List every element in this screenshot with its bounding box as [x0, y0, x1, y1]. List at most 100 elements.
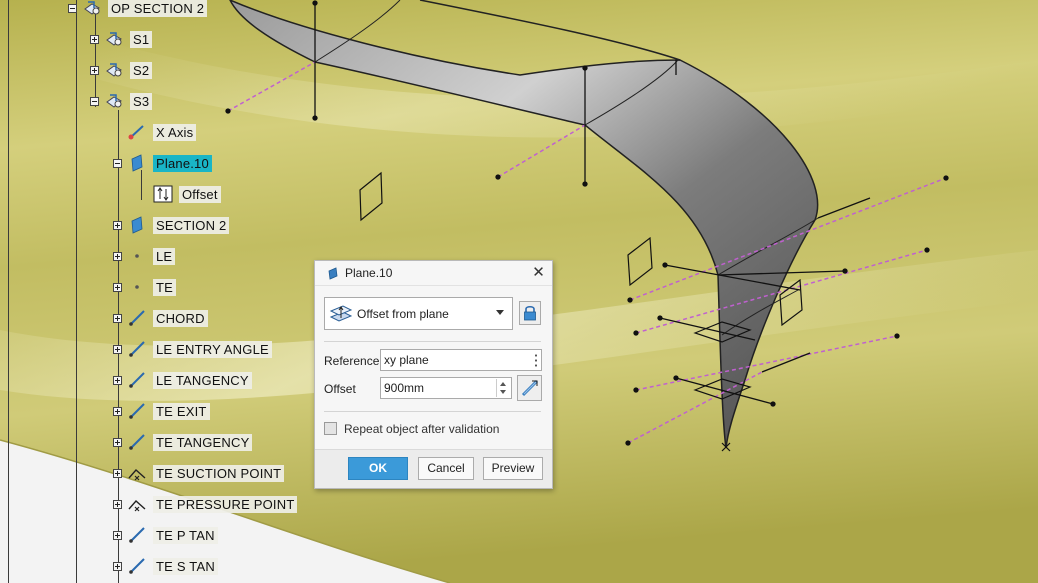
expand-icon[interactable] — [113, 251, 122, 261]
tree-node-te_ptan[interactable]: TE P TAN — [113, 525, 218, 545]
tree-node-label: S2 — [130, 61, 153, 79]
tree-node-te_pressure[interactable]: TE PRESSURE POINT — [113, 494, 298, 514]
expand-icon[interactable] — [113, 344, 122, 354]
tree-node-root[interactable]: OP SECTION 2 — [68, 0, 208, 18]
tree-node-label: Plane.10 — [153, 154, 212, 172]
sketch-body-icon — [106, 32, 122, 46]
separator — [324, 411, 541, 412]
expand-icon[interactable] — [113, 499, 122, 509]
ok-button[interactable]: OK — [348, 457, 408, 480]
repeat-checkbox[interactable] — [324, 422, 337, 435]
measure-button[interactable] — [517, 375, 542, 401]
dialog-title-bar[interactable]: Plane.10 — [315, 261, 552, 286]
tree-node-label: LE ENTRY ANGLE — [153, 340, 272, 358]
tree-node-label: TE P TAN — [153, 526, 218, 544]
collapse-icon[interactable] — [68, 3, 77, 13]
endpoint — [924, 247, 930, 253]
tree-icon-holder — [81, 0, 103, 18]
expand-icon[interactable] — [113, 561, 122, 571]
offset-spinner[interactable] — [496, 379, 510, 397]
tree-connector — [8, 0, 9, 583]
expand-icon[interactable] — [90, 34, 99, 44]
reference-value: xy plane — [384, 353, 429, 367]
tree-icon-holder — [126, 463, 148, 483]
tree-node-label: S1 — [130, 30, 153, 48]
tree-node-le_entry[interactable]: LE ENTRY ANGLE — [113, 339, 272, 359]
expand-icon[interactable] — [113, 468, 122, 478]
tree-icon-holder — [126, 556, 148, 576]
expand-icon[interactable] — [113, 282, 122, 292]
collapse-icon[interactable] — [90, 96, 99, 106]
tree-icon-holder — [126, 215, 148, 235]
endpoint — [770, 401, 776, 407]
tree-node-te[interactable]: TE — [113, 277, 177, 297]
cancel-button[interactable]: Cancel — [418, 457, 474, 480]
spin-up-icon[interactable] — [500, 382, 506, 386]
tree-node-chord[interactable]: CHORD — [113, 308, 208, 328]
endpoint — [943, 175, 949, 181]
line-icon — [129, 434, 145, 450]
tree-node-le[interactable]: LE — [113, 246, 176, 266]
tree-node-te_suction[interactable]: TE SUCTION POINT — [113, 463, 285, 483]
tree-icon-holder — [126, 277, 148, 297]
tree-node-section2[interactable]: SECTION 2 — [113, 215, 230, 235]
tree-node-s2[interactable]: S2 — [90, 60, 153, 80]
point-intersection-icon — [128, 469, 146, 481]
tree-node-te_exit[interactable]: TE EXIT — [113, 401, 210, 421]
lock-button[interactable] — [519, 301, 541, 325]
endpoint — [495, 174, 501, 180]
tree-node-label: SECTION 2 — [153, 216, 230, 234]
tree-node-s1[interactable]: S1 — [90, 29, 153, 49]
tree-icon-holder — [126, 153, 148, 173]
tree-icon-holder — [103, 60, 125, 80]
expand-icon[interactable] — [90, 65, 99, 75]
tree-node-label: TE SUCTION POINT — [153, 464, 285, 482]
plane-icon — [131, 216, 143, 234]
spin-down-icon[interactable] — [500, 390, 506, 394]
tree-icon-holder — [126, 432, 148, 452]
more-options-icon[interactable] — [535, 353, 537, 367]
dialog-title: Plane.10 — [345, 266, 393, 280]
tree-icon-holder — [126, 246, 148, 266]
plane-icon — [328, 266, 338, 280]
expand-icon[interactable] — [113, 220, 122, 230]
point-intersection-icon — [128, 500, 146, 512]
tree-icon-holder — [126, 401, 148, 421]
expand-icon[interactable] — [113, 530, 122, 540]
endpoint — [625, 440, 631, 446]
tree-node-label: OP SECTION 2 — [108, 0, 208, 17]
sketch-body-icon — [106, 63, 122, 77]
offset-input[interactable]: 900mm — [380, 377, 512, 399]
offset-label: Offset — [324, 382, 356, 396]
endpoint — [657, 315, 663, 321]
line-icon — [129, 372, 145, 388]
expand-icon[interactable] — [113, 437, 122, 447]
line-icon — [129, 341, 145, 357]
tree-node-s3[interactable]: S3 — [90, 91, 153, 111]
tree-node-label: TE — [153, 278, 177, 296]
expand-icon[interactable] — [113, 313, 122, 323]
endpoint — [633, 387, 639, 393]
expand-icon[interactable] — [113, 375, 122, 385]
tree-node-plane10[interactable]: Plane.10 — [113, 153, 212, 173]
tree-node-label: X Axis — [153, 123, 197, 141]
plane-type-value: Offset from plane — [357, 306, 449, 321]
close-icon[interactable]: ✕ — [530, 264, 547, 281]
tree-node-offset[interactable]: Offset — [139, 184, 221, 204]
plane-type-dropdown[interactable]: Offset from plane — [324, 297, 513, 330]
tree-node-te_tan[interactable]: TE TANGENCY — [113, 432, 253, 452]
tree-node-label: TE EXIT — [153, 402, 210, 420]
reference-field[interactable]: xy plane — [380, 349, 542, 371]
tree-node-xaxis[interactable]: X Axis — [113, 122, 197, 142]
preview-button[interactable]: Preview — [483, 457, 543, 480]
tree-node-le_tan[interactable]: LE TANGENCY — [113, 370, 252, 390]
endpoint — [673, 375, 679, 381]
tree-node-te_stan[interactable]: TE S TAN — [113, 556, 218, 576]
tree-icon-holder — [126, 308, 148, 328]
point-icon — [135, 254, 139, 258]
part-body-icon — [84, 1, 100, 15]
tree-icon-holder — [126, 339, 148, 359]
expand-icon[interactable] — [113, 406, 122, 416]
collapse-icon[interactable] — [113, 158, 122, 168]
endpoint — [894, 333, 900, 339]
